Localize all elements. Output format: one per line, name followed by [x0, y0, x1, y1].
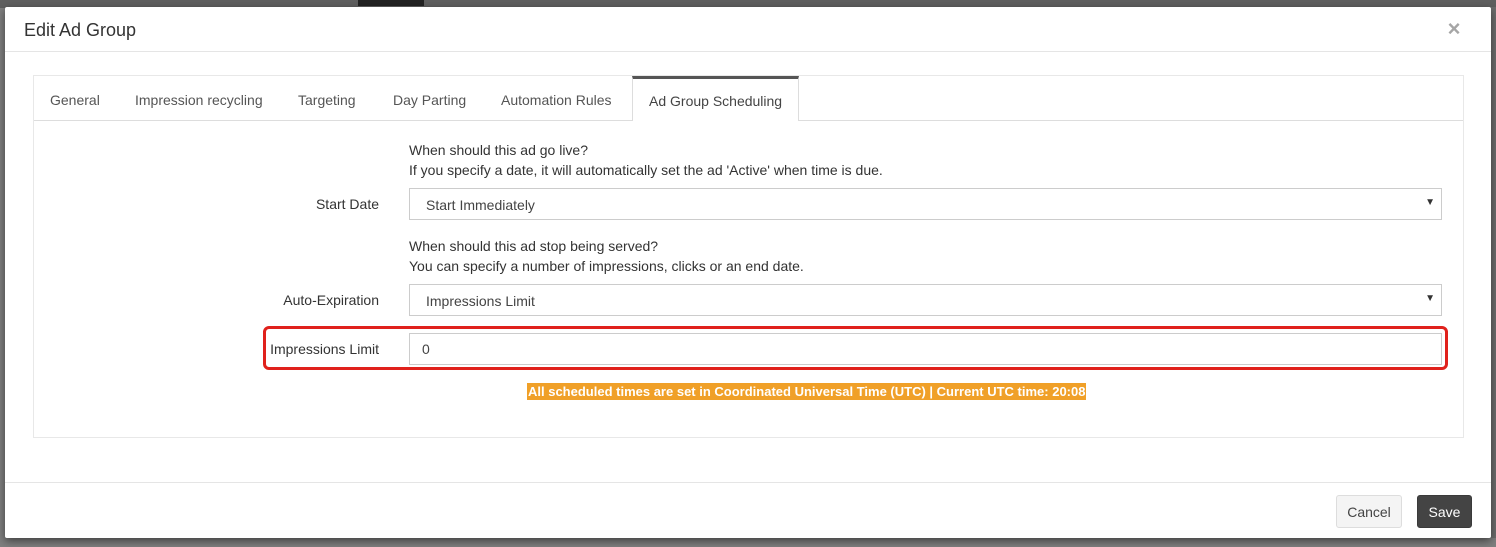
modal-header: Edit Ad Group ×: [5, 7, 1491, 52]
edit-ad-group-modal: Edit Ad Group × General Impression recyc…: [5, 7, 1491, 538]
start-date-label: Start Date: [315, 196, 379, 212]
cancel-button[interactable]: Cancel: [1336, 495, 1402, 528]
tab-targeting[interactable]: Targeting: [282, 76, 372, 120]
start-date-select-value: Start Immediately: [426, 197, 535, 213]
auto-expiration-select[interactable]: Impressions Limit ▼: [409, 284, 1442, 316]
background-scrollbar: [1491, 7, 1496, 538]
start-date-help-line2: If you specify a date, it will automatic…: [409, 162, 883, 178]
save-button[interactable]: Save: [1417, 495, 1472, 528]
tab-ad-group-scheduling[interactable]: Ad Group Scheduling: [632, 76, 800, 121]
auto-expiration-label: Auto-Expiration: [283, 292, 379, 308]
start-date-help-line1: When should this ad go live?: [409, 142, 588, 158]
auto-expiration-help-line2: You can specify a number of impressions,…: [409, 258, 804, 274]
tab-bar: General Impression recycling Targeting D…: [34, 76, 1463, 121]
start-date-select[interactable]: Start Immediately ▼: [409, 188, 1442, 220]
auto-expiration-select-value: Impressions Limit: [426, 293, 535, 309]
tab-day-parting[interactable]: Day Parting: [377, 76, 482, 120]
close-icon[interactable]: ×: [1444, 18, 1464, 40]
modal-title: Edit Ad Group: [24, 20, 137, 40]
caret-down-icon: ▼: [1425, 293, 1435, 304]
modal-footer: Cancel Save: [5, 482, 1491, 539]
background-button: [358, 0, 424, 6]
impressions-limit-label: Impressions Limit: [270, 341, 379, 357]
utc-time-note: All scheduled times are set in Coordinat…: [527, 383, 1087, 400]
tab-automation-rules[interactable]: Automation Rules: [485, 76, 628, 120]
impressions-limit-input[interactable]: [409, 333, 1442, 365]
auto-expiration-help-line1: When should this ad stop being served?: [409, 238, 659, 254]
caret-down-icon: ▼: [1425, 197, 1435, 208]
tab-impression-recycling[interactable]: Impression recycling: [119, 76, 279, 120]
tab-general[interactable]: General: [34, 76, 116, 120]
